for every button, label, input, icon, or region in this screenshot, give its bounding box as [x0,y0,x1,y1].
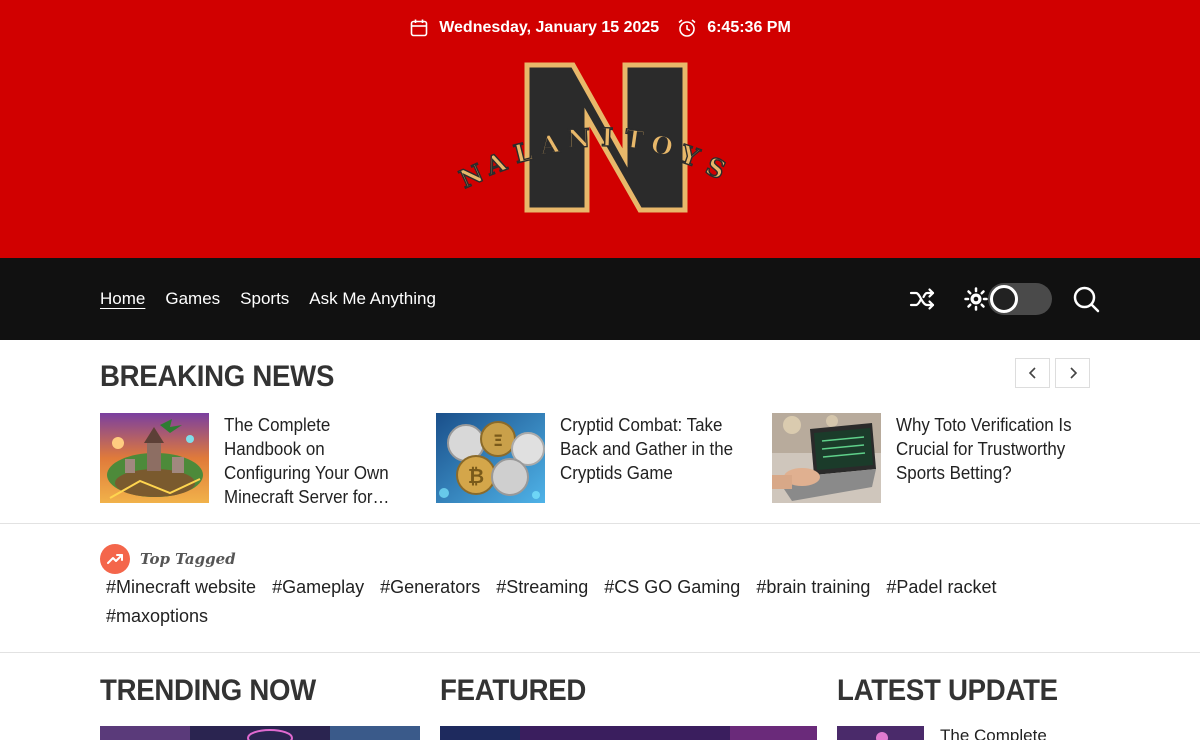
date-display: Wednesday, January 15 2025 [409,18,659,38]
tag-link[interactable]: #Streaming [496,576,588,598]
nav-home[interactable]: Home [100,289,145,309]
dark-mode-toggle[interactable] [988,283,1052,315]
site-header: Wednesday, January 15 2025 6:45:36 PM N … [0,0,1200,258]
latest-image[interactable] [837,726,924,740]
tag-list: #Minecraft website #Gameplay #Generators… [106,576,1106,627]
breaking-news-list: The Complete Handbook on Configuring You… [100,413,1100,507]
alarm-clock-icon [677,18,697,38]
nav-games[interactable]: Games [165,289,220,309]
section-divider [0,652,1200,653]
sun-icon [964,287,988,311]
chevron-right-icon [1069,367,1077,379]
svg-text:₿: ₿ [468,464,484,488]
svg-text:Ξ: Ξ [493,431,503,450]
date-text: Wednesday, January 15 2025 [439,19,660,36]
nav-ask-me-anything[interactable]: Ask Me Anything [309,289,436,309]
prev-arrow-button[interactable] [1015,358,1050,388]
date-time-bar: Wednesday, January 15 2025 6:45:36 PM [0,18,1200,38]
tag-link[interactable]: #CS GO Gaming [604,576,740,598]
site-logo[interactable]: N A L A N I T O Y S [455,60,745,220]
time-text: 6:45:36 PM [707,19,791,36]
chevron-left-icon [1028,367,1036,379]
section-divider [0,523,1200,524]
logo-letter: I [601,123,614,152]
nav-links: Home Games Sports Ask Me Anything [100,258,436,340]
news-card[interactable]: Why Toto Verification Is Crucial for Tru… [772,413,1096,503]
news-thumbnail-crypto[interactable]: ₿ Ξ [436,413,545,503]
logo-letter: A [481,147,511,181]
breaking-news-arrows [1015,358,1090,388]
trending-image[interactable] [100,726,420,740]
logo-letter: N [455,158,488,194]
news-title[interactable]: Cryptid Combat: Take Back and Gather in … [560,413,748,503]
nav-tools [908,258,1100,340]
latest-update-title: LATEST UPDATE [837,674,1058,707]
next-arrow-button[interactable] [1055,358,1090,388]
tag-link[interactable]: #Gameplay [272,576,364,598]
news-card[interactable]: The Complete Handbook on Configuring You… [100,413,424,507]
logo-letter: S [701,151,730,185]
shuffle-icon[interactable] [908,285,936,313]
time-display: 6:45:36 PM [677,18,791,38]
featured-image[interactable] [440,726,817,740]
tag-link[interactable]: #Generators [380,576,480,598]
top-tagged-heading: Top Tagged [140,550,236,568]
calendar-icon [409,18,429,38]
news-thumbnail-laptop[interactable] [772,413,881,503]
latest-update-first-title[interactable]: The Complete [940,726,1047,740]
toggle-knob [990,285,1018,313]
search-icon[interactable] [1072,285,1100,313]
breaking-news-title: BREAKING NEWS [100,360,335,393]
trending-up-icon [100,544,130,574]
top-tagged-header: Top Tagged [100,544,236,574]
featured-title: FEATURED [440,674,587,707]
main-navigation: Home Games Sports Ask Me Anything [0,258,1200,340]
tag-link[interactable]: #Minecraft website [106,576,256,598]
logo-letter: N [566,123,590,153]
news-title[interactable]: Why Toto Verification Is Crucial for Tru… [896,413,1084,503]
nav-sports[interactable]: Sports [240,289,289,309]
news-card[interactable]: ₿ Ξ Cryptid Combat: Take Back and Gather… [436,413,760,503]
tag-link[interactable]: #Padel racket [886,576,996,598]
trending-now-title: TRENDING NOW [100,674,316,707]
tag-link[interactable]: #maxoptions [106,605,208,627]
news-title[interactable]: The Complete Handbook on Configuring You… [224,413,412,507]
tag-link[interactable]: #brain training [756,576,870,598]
news-thumbnail-minecraft[interactable] [100,413,209,503]
